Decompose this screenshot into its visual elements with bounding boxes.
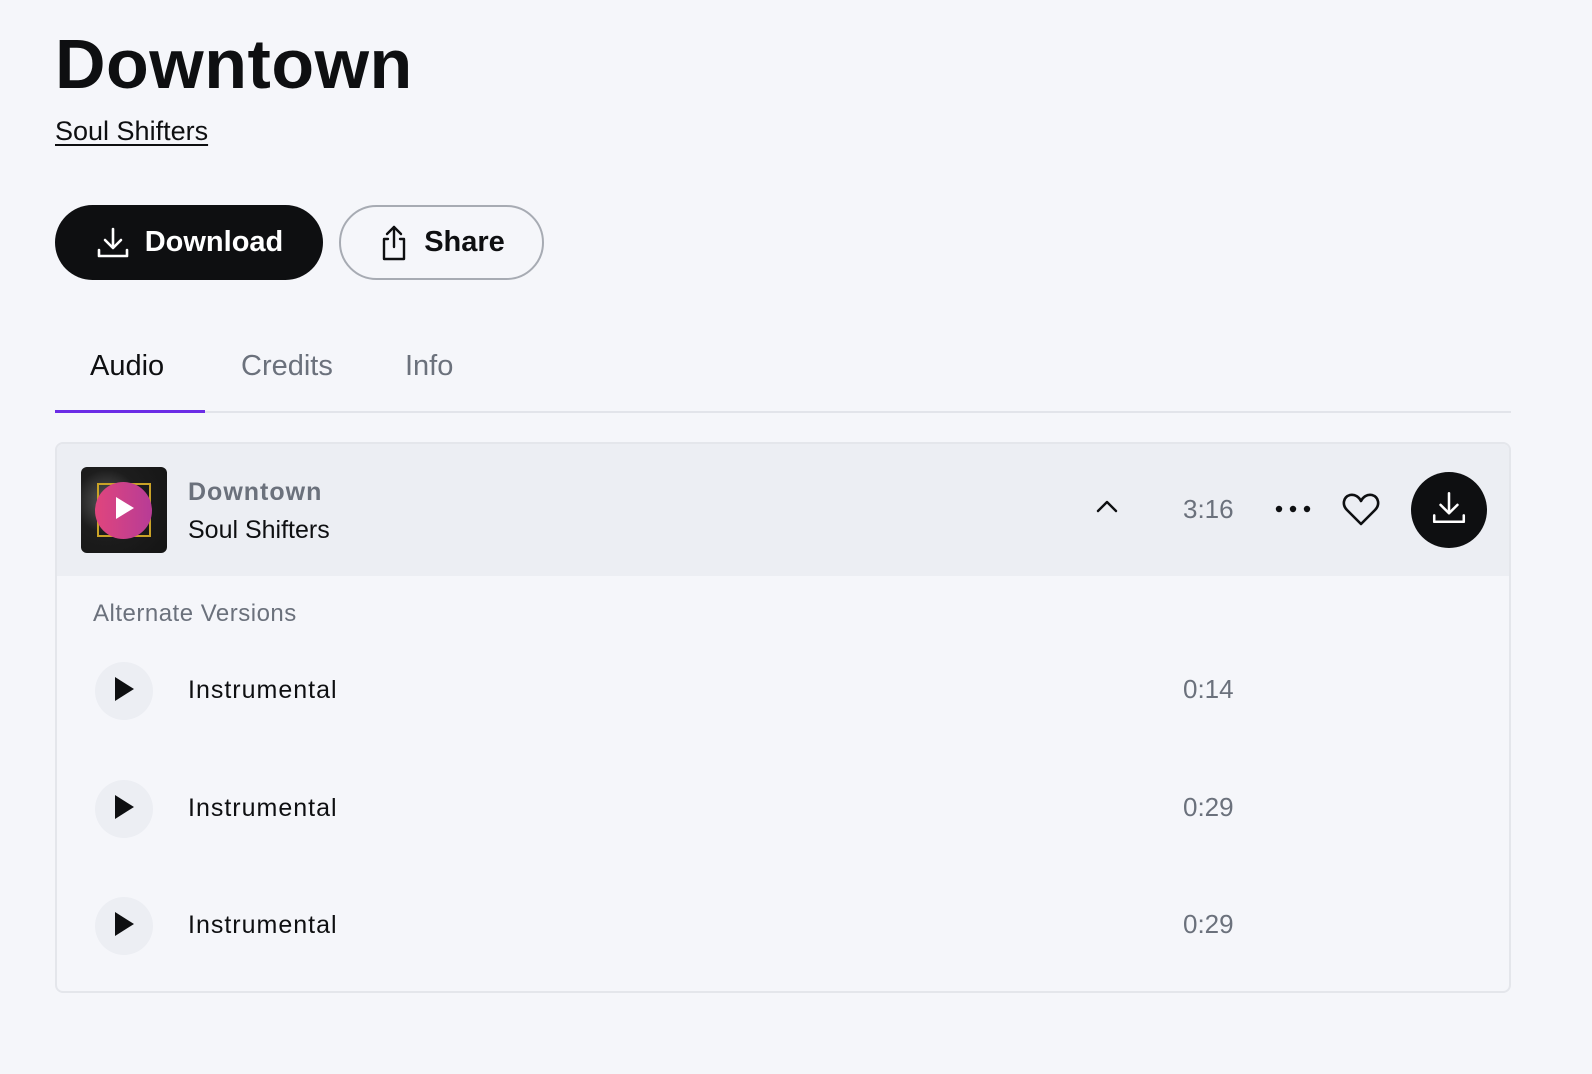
play-icon bbox=[112, 910, 136, 943]
alternate-version-row: Instrumental 0:29 bbox=[57, 897, 1509, 957]
heart-icon[interactable] bbox=[1341, 490, 1381, 528]
alt-play-button[interactable] bbox=[95, 662, 153, 720]
more-options-icon[interactable] bbox=[1273, 496, 1313, 522]
alt-version-name: Instrumental bbox=[188, 911, 338, 939]
album-cover bbox=[81, 467, 167, 553]
alt-play-button[interactable] bbox=[95, 780, 153, 838]
active-tab-indicator bbox=[55, 410, 205, 413]
track-row: Downtown Soul Shifters 3:16 bbox=[57, 444, 1509, 576]
track-duration: 3:16 bbox=[1183, 494, 1234, 524]
play-icon bbox=[112, 495, 136, 526]
track-download-button[interactable] bbox=[1411, 472, 1487, 548]
alt-version-name: Instrumental bbox=[188, 794, 338, 822]
share-icon bbox=[378, 224, 410, 262]
share-button[interactable]: Share bbox=[339, 205, 544, 280]
alt-version-duration: 0:29 bbox=[1183, 909, 1234, 939]
tab-info[interactable]: Info bbox=[405, 350, 453, 383]
alt-play-button[interactable] bbox=[95, 897, 153, 955]
download-button[interactable]: Download bbox=[55, 205, 323, 280]
play-icon bbox=[112, 675, 136, 708]
download-icon bbox=[1430, 489, 1468, 532]
download-button-label: Download bbox=[144, 226, 284, 258]
tab-credits[interactable]: Credits bbox=[241, 350, 333, 383]
artist-link[interactable]: Soul Shifters bbox=[55, 116, 208, 147]
page-title: Downtown bbox=[55, 25, 413, 103]
alt-version-name: Instrumental bbox=[188, 676, 338, 704]
alternate-version-row: Instrumental 0:29 bbox=[57, 780, 1509, 840]
alternate-versions-heading: Alternate Versions bbox=[93, 600, 297, 627]
chevron-up-icon[interactable] bbox=[1093, 492, 1121, 520]
alt-version-duration: 0:14 bbox=[1183, 674, 1234, 704]
download-icon bbox=[95, 225, 131, 261]
track-artist: Soul Shifters bbox=[188, 516, 330, 544]
tab-bar: Audio Credits Info bbox=[55, 340, 1511, 413]
tab-audio[interactable]: Audio bbox=[90, 350, 164, 383]
share-button-label: Share bbox=[424, 226, 505, 258]
play-icon bbox=[112, 793, 136, 826]
alt-version-duration: 0:29 bbox=[1183, 792, 1234, 822]
track-title: Downtown bbox=[188, 478, 323, 506]
alternate-version-row: Instrumental 0:14 bbox=[57, 662, 1509, 722]
play-button[interactable] bbox=[95, 482, 152, 539]
audio-panel: Downtown Soul Shifters 3:16 Alternate Ve… bbox=[55, 442, 1511, 993]
